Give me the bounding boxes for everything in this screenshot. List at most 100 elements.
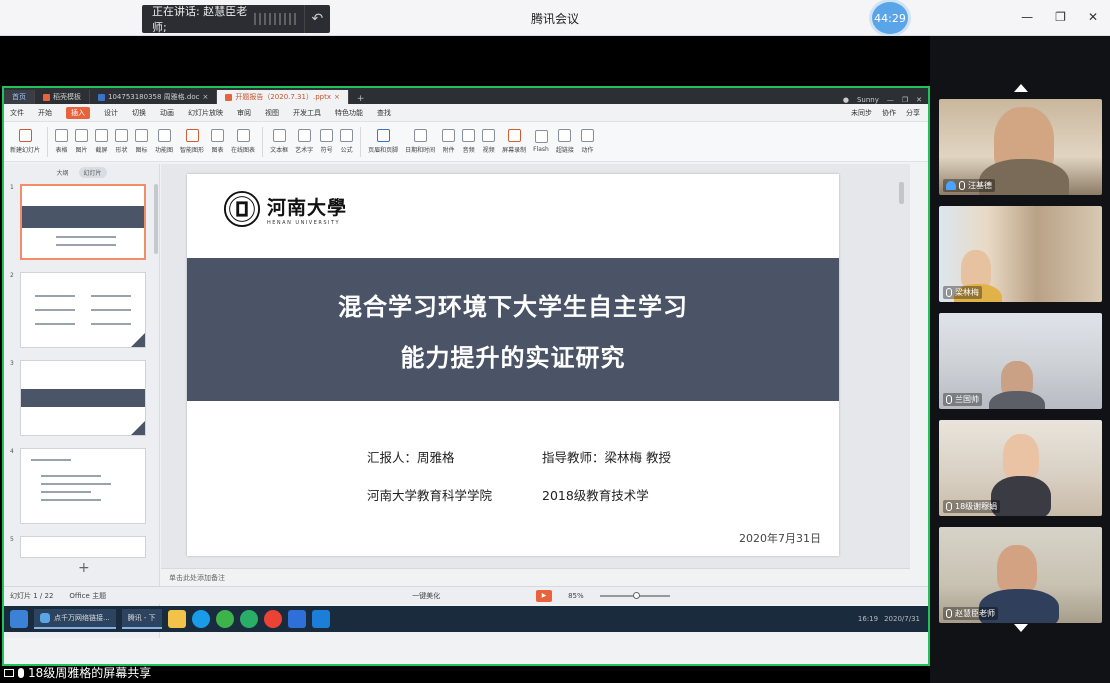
thumbnail-slide[interactable] <box>19 536 146 558</box>
tab-pptx[interactable]: 开题报告（2020.7.31）.pptx × <box>217 90 349 104</box>
ribbon-action[interactable]: 动作 <box>580 129 594 154</box>
thumbnail-item[interactable]: 4 <box>10 448 146 524</box>
ribbon-wordart[interactable]: 艺术字 <box>295 129 313 154</box>
ribbon-datetime[interactable]: 日期和时间 <box>405 129 435 154</box>
online-chart-icon <box>236 129 250 142</box>
wps-restore-icon[interactable]: ❐ <box>902 96 908 104</box>
menu-search[interactable]: 查找 <box>377 108 391 118</box>
new-tab-icon[interactable]: + <box>349 94 373 104</box>
thumbnail-slide[interactable] <box>19 360 146 436</box>
thumbnail-item[interactable]: 3 <box>10 360 146 436</box>
menu-insert[interactable]: 插入 <box>66 106 90 119</box>
ribbon-label: 艺术字 <box>295 147 314 154</box>
close-icon[interactable]: ✕ <box>1088 10 1098 24</box>
add-slide-icon[interactable]: + <box>78 560 90 576</box>
chrome-icon[interactable] <box>263 610 282 628</box>
beautify-button[interactable]: 一键美化 <box>412 591 440 601</box>
ribbon-smartart[interactable]: 智能图形 <box>180 129 204 154</box>
thumbnail-item[interactable]: 5 <box>10 536 146 558</box>
tab-outline[interactable]: 大纲 <box>56 168 68 177</box>
ribbon-picture[interactable]: 图片 <box>75 129 89 154</box>
ribbon-new-slide[interactable]: 新建幻灯片 <box>10 129 40 154</box>
ribbon-online-chart[interactable]: 在线图表 <box>231 129 255 154</box>
ie-green-icon[interactable] <box>215 610 234 628</box>
ribbon-label: 在线图表 <box>231 147 256 154</box>
participant-tile[interactable]: 赵慧臣老师 <box>939 527 1102 623</box>
scroll-down-icon[interactable] <box>1014 624 1028 632</box>
close-tab-icon[interactable]: × <box>202 93 208 101</box>
windows-start-icon[interactable] <box>10 610 28 628</box>
ribbon-screenshot[interactable]: 截屏 <box>95 129 109 154</box>
notes-field[interactable]: 单击此处添加备注 <box>161 568 910 586</box>
ribbon-chart[interactable]: 图表 <box>211 129 225 154</box>
sync-button[interactable]: 未同步 <box>851 108 872 118</box>
folder-icon[interactable] <box>167 610 186 628</box>
thumbnail-slide[interactable] <box>19 184 146 260</box>
menu-transition[interactable]: 切换 <box>132 108 146 118</box>
ribbon-flash[interactable]: Flash <box>533 130 549 153</box>
menu-review[interactable]: 审阅 <box>237 108 251 118</box>
participant-tile[interactable]: 兰国帅 <box>939 313 1102 409</box>
ribbon-function-chart[interactable]: 功能图 <box>155 129 173 154</box>
thumbnail-slide[interactable] <box>19 448 146 524</box>
tab-home[interactable]: 首页 <box>4 90 35 104</box>
meeting-timer[interactable]: 44:29 <box>872 2 908 34</box>
menu-view[interactable]: 视图 <box>265 108 279 118</box>
collab-button[interactable]: 协作 <box>882 108 896 118</box>
hyperlink-icon <box>558 129 572 142</box>
thumbnail-slide[interactable] <box>19 272 146 348</box>
mic-icon <box>18 667 24 678</box>
scroll-up-icon[interactable] <box>1014 84 1028 92</box>
wps-close-icon[interactable]: ✕ <box>916 96 922 104</box>
wps-user[interactable]: Sunny <box>857 96 879 104</box>
pane-scrollbar[interactable] <box>154 184 158 254</box>
ribbon-formula[interactable]: 公式 <box>340 129 354 154</box>
ribbon-symbol[interactable]: 符号 <box>320 129 334 154</box>
wps-minimize-icon[interactable]: — <box>887 96 894 104</box>
wps-app-icon[interactable] <box>287 610 306 628</box>
ribbon-hyperlink[interactable]: 超链接 <box>556 129 574 154</box>
ribbon-attachment[interactable]: 附件 <box>442 129 456 154</box>
back-icon[interactable]: ↶ <box>303 5 330 33</box>
menu-home[interactable]: 开始 <box>38 108 52 118</box>
menu-developer[interactable]: 开发工具 <box>293 108 321 118</box>
ribbon-textbox[interactable]: 文本框 <box>270 129 288 154</box>
minimize-icon[interactable]: — <box>1021 10 1033 24</box>
thumbnail-item[interactable]: 2 <box>10 272 146 348</box>
current-slide[interactable]: 河南大學 HENAN UNIVERSITY 混合学习环境下大学生自主学习 能力提… <box>187 174 839 556</box>
avatar[interactable]: ● <box>843 96 849 104</box>
participant-tile[interactable]: 18级谢穆娟 <box>939 420 1102 516</box>
menu-animation[interactable]: 动画 <box>160 108 174 118</box>
ribbon-icons[interactable]: 图标 <box>135 129 149 154</box>
taskbar-task[interactable]: 腾讯 - 下 <box>121 609 162 629</box>
menu-design[interactable]: 设计 <box>104 108 118 118</box>
menu-file[interactable]: 文件 <box>10 108 24 118</box>
ribbon-shape[interactable]: 形状 <box>115 129 129 154</box>
zoom-slider[interactable] <box>599 591 670 599</box>
tab-docer[interactable]: 稻壳模板 <box>35 90 90 104</box>
ribbon-header-footer[interactable]: 页眉和页脚 <box>368 129 398 154</box>
tencent-meeting-icon[interactable] <box>311 610 330 628</box>
menu-slideshow[interactable]: 幻灯片放映 <box>188 108 223 118</box>
ribbon-audio[interactable]: 音频 <box>462 129 476 154</box>
ribbon-label: 形状 <box>115 147 128 154</box>
play-icon[interactable]: ▶ <box>536 589 553 602</box>
canvas-scrollbar[interactable] <box>899 172 905 552</box>
restore-icon[interactable]: ❐ <box>1055 10 1066 24</box>
share-button[interactable]: 分享 <box>906 108 920 118</box>
ribbon-label: 图表 <box>211 147 224 154</box>
ribbon-table[interactable]: 表格 <box>55 129 69 154</box>
tab-doc[interactable]: 104753180358 周雅格.doc × <box>90 90 218 104</box>
thumbnail-item[interactable]: 1 <box>10 184 146 260</box>
taskbar-task[interactable]: 点千万网络链接... <box>34 609 116 629</box>
ribbon-video[interactable]: 视频 <box>482 129 496 154</box>
tab-slides[interactable]: 幻灯片 <box>78 166 107 178</box>
participant-tile[interactable]: 汪基德 <box>939 99 1102 195</box>
browser-icon[interactable] <box>191 610 210 628</box>
ribbon-label: 符号 <box>320 147 333 154</box>
menu-features[interactable]: 特色功能 <box>335 108 363 118</box>
ribbon-screen-record[interactable]: 屏幕录制 <box>502 129 526 154</box>
wechat-icon[interactable] <box>239 610 258 628</box>
close-tab-icon[interactable]: × <box>334 93 340 101</box>
participant-tile[interactable]: 梁林梅 <box>939 206 1102 302</box>
